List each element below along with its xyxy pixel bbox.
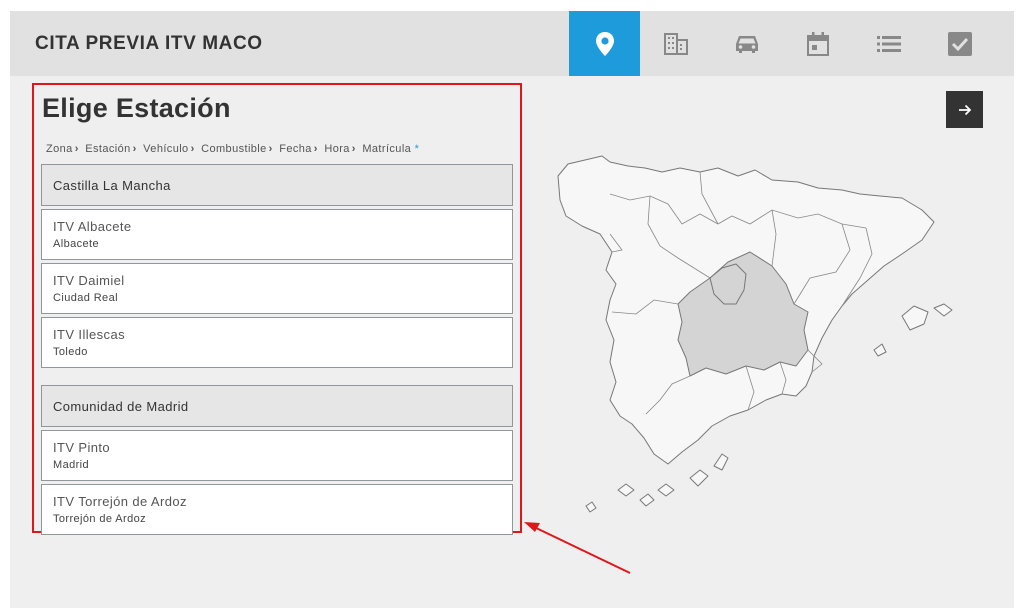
station-itv-pinto[interactable]: ITV Pinto Madrid: [41, 430, 513, 481]
step-vehicle[interactable]: [711, 11, 782, 76]
station-city: Ciudad Real: [53, 292, 118, 304]
station-panel: Elige Estación Zona › Estación › Vehículo ›…: [32, 83, 522, 535]
region-header-comunidad-de-madrid: Comunidad de Madrid: [41, 385, 513, 427]
arrow-right-icon: [958, 104, 971, 115]
breadcrumb: Zona › Estación › Vehículo › Combustible › F…: [46, 143, 420, 155]
station-name: ITV Torrejón de Ardoz: [53, 494, 187, 509]
station-itv-illescas[interactable]: ITV Illescas Toledo: [41, 317, 513, 368]
car-icon: [735, 35, 758, 53]
canary-islands-6: [585, 501, 597, 513]
step-confirm[interactable]: [924, 11, 995, 76]
breadcrumb-fecha: Fecha: [279, 143, 312, 155]
balearic-islands: [901, 305, 929, 331]
canary-islands-5: [713, 453, 729, 471]
station-city: Toledo: [53, 346, 88, 358]
balearic-islands-small: [933, 303, 953, 317]
panel-title: Elige Estación: [42, 93, 231, 123]
station-name: ITV Illescas: [53, 327, 125, 342]
canary-islands-2: [639, 493, 655, 507]
step-date[interactable]: [782, 11, 853, 76]
station-name: ITV Pinto: [53, 440, 111, 455]
list-icon: [876, 35, 901, 52]
app-title: CITA PREVIA ITV MACO: [35, 33, 263, 54]
station-name: ITV Daimiel: [53, 273, 125, 288]
calendar-icon: [806, 31, 829, 56]
step-time[interactable]: [853, 11, 924, 76]
spain-map: [557, 155, 953, 513]
station-city: Torrejón de Ardoz: [53, 513, 147, 525]
balearic-islands-ibiza: [873, 343, 887, 357]
location-pin-icon: [595, 31, 614, 56]
station-name: ITV Albacete: [53, 219, 132, 234]
station-city: Albacete: [53, 238, 100, 250]
breadcrumb-estacion: Estación: [85, 143, 131, 155]
building-icon: [663, 32, 688, 55]
canary-islands: [617, 483, 635, 497]
required-mark: *: [414, 143, 420, 155]
breadcrumb-vehiculo: Vehículo: [143, 143, 189, 155]
breadcrumb-combustible: Combustible: [201, 143, 267, 155]
checkbox-icon: [947, 31, 972, 56]
step-nav: [569, 11, 995, 76]
canary-islands-3: [657, 483, 675, 497]
canary-islands-4: [689, 469, 709, 487]
station-itv-albacete[interactable]: ITV Albacete Albacete: [41, 209, 513, 260]
breadcrumb-zona: Zona: [46, 143, 73, 155]
next-button[interactable]: [946, 91, 983, 128]
breadcrumb-matricula: Matrícula: [362, 143, 412, 155]
station-itv-daimiel[interactable]: ITV Daimiel Ciudad Real: [41, 263, 513, 314]
breadcrumb-hora: Hora: [324, 143, 350, 155]
station-city: Madrid: [53, 459, 90, 471]
region-header-castilla-la-mancha: Castilla La Mancha: [41, 164, 513, 206]
app-frame: CITA PREVIA ITV MACO Elige Estación Zona…: [10, 11, 1014, 608]
step-station[interactable]: [640, 11, 711, 76]
station-itv-torrejon-de-ardoz[interactable]: ITV Torrejón de Ardoz Torrejón de Ardoz: [41, 484, 513, 535]
step-zone[interactable]: [569, 11, 640, 76]
header: CITA PREVIA ITV MACO: [10, 11, 1014, 76]
